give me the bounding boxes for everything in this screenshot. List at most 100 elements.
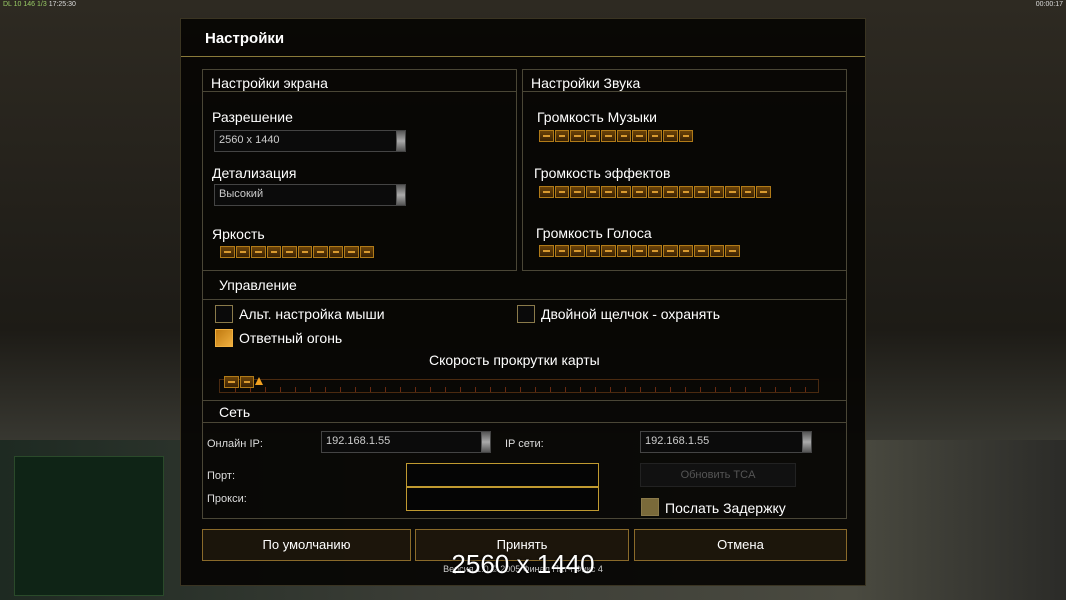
slider-tick xyxy=(745,387,746,392)
send-delay-label: Послать Задержку xyxy=(665,500,786,516)
level-segment xyxy=(554,186,569,198)
resolution-value: 2560 x 1440 xyxy=(219,134,280,146)
port-input[interactable] xyxy=(406,463,599,487)
level-segment xyxy=(235,246,250,258)
slider-tick xyxy=(280,387,281,392)
double-click-label: Двойной щелчок - охранять xyxy=(541,306,721,322)
slider-tick xyxy=(370,387,371,392)
online-ip-value: 192.168.1.55 xyxy=(326,435,391,447)
level-segment xyxy=(282,246,297,258)
panel-header: Сеть xyxy=(203,401,846,423)
effects-volume-slider[interactable] xyxy=(539,186,771,198)
music-volume-label: Громкость Музыки xyxy=(537,109,657,125)
resolution-overlay: 2560 x 1440 xyxy=(451,549,595,579)
proxy-label: Прокси: xyxy=(207,493,247,505)
level-segment xyxy=(616,130,631,142)
level-segment xyxy=(663,130,678,142)
dropdown-arrow-icon[interactable] xyxy=(396,131,405,151)
level-segment xyxy=(694,186,709,198)
slider-tick xyxy=(355,387,356,392)
level-segment xyxy=(328,246,343,258)
slider-tick xyxy=(265,387,266,392)
voice-volume-slider[interactable] xyxy=(539,245,740,257)
level-segment xyxy=(678,186,693,198)
slider-tick xyxy=(400,387,401,392)
dropdown-arrow-icon[interactable] xyxy=(802,432,811,452)
dropdown-arrow-icon[interactable] xyxy=(481,432,490,452)
level-segment xyxy=(297,246,312,258)
level-segment xyxy=(570,130,585,142)
effects-volume-label: Громкость эффектов xyxy=(534,165,671,181)
alt-mouse-label: Альт. настройка мыши xyxy=(239,306,385,322)
level-segment xyxy=(725,186,740,198)
level-segment xyxy=(694,245,709,257)
network-panel: Сеть Онлайн IP: 192.168.1.55 IP сети: 19… xyxy=(202,401,847,519)
level-segment xyxy=(539,130,554,142)
level-segment xyxy=(632,130,647,142)
proxy-input[interactable] xyxy=(406,487,599,511)
slider-tick xyxy=(640,387,641,392)
slider-tick xyxy=(505,387,506,392)
slider-tick xyxy=(340,387,341,392)
return-fire-checkbox[interactable] xyxy=(215,329,233,347)
dialog-title: Настройки xyxy=(205,30,285,47)
brightness-label: Яркость xyxy=(212,226,265,242)
hud-clock: 17:25:30 xyxy=(48,1,76,8)
scroll-speed-slider[interactable] xyxy=(219,376,819,393)
panel-header: Настройки экрана xyxy=(203,70,516,92)
level-segment xyxy=(647,245,662,257)
panel-header: Настройки Звука xyxy=(523,70,846,92)
scroll-speed-label: Скорость прокрутки карты xyxy=(429,352,600,368)
slider-tick xyxy=(430,387,431,392)
hud-counters: DL 10 146 1/3 xyxy=(3,1,47,8)
resolution-select[interactable]: 2560 x 1440 xyxy=(214,130,406,152)
level-segment xyxy=(585,186,600,198)
level-segment xyxy=(359,246,374,258)
resolution-label: Разрешение xyxy=(212,109,293,125)
level-segment xyxy=(616,186,631,198)
hud-stats: DL 10 146 1/3 17:25:30 xyxy=(0,0,79,9)
port-label: Порт: xyxy=(207,470,235,482)
dropdown-arrow-icon[interactable] xyxy=(396,185,405,205)
level-segment xyxy=(570,186,585,198)
slider-tick xyxy=(490,387,491,392)
level-segment xyxy=(251,246,266,258)
slider-tick xyxy=(415,387,416,392)
settings-dialog: Настройки Настройки экрана Разрешение 25… xyxy=(180,18,866,586)
slider-handle-icon[interactable] xyxy=(255,377,263,385)
level-segment xyxy=(647,130,662,142)
brightness-slider[interactable] xyxy=(220,246,374,258)
level-segment xyxy=(585,130,600,142)
slider-tick xyxy=(700,387,701,392)
slider-tick xyxy=(565,387,566,392)
level-segment xyxy=(344,246,359,258)
level-segment xyxy=(313,246,328,258)
minimap-background xyxy=(14,456,164,596)
level-segment xyxy=(601,186,616,198)
send-delay-checkbox[interactable] xyxy=(641,498,659,516)
slider-tick xyxy=(580,387,581,392)
level-segment xyxy=(678,130,693,142)
slider-tick xyxy=(805,387,806,392)
level-segment xyxy=(616,245,631,257)
online-ip-select[interactable]: 192.168.1.55 xyxy=(321,431,491,453)
screen-settings-panel: Настройки экрана Разрешение 2560 x 1440 … xyxy=(202,69,517,271)
level-segment xyxy=(539,186,554,198)
level-segment xyxy=(632,245,647,257)
music-volume-slider[interactable] xyxy=(539,130,693,142)
lan-ip-select[interactable]: 192.168.1.55 xyxy=(640,431,812,453)
detail-select[interactable]: Высокий xyxy=(214,184,406,206)
alt-mouse-checkbox[interactable] xyxy=(215,305,233,323)
level-segment xyxy=(632,186,647,198)
level-segment xyxy=(601,130,616,142)
slider-tick xyxy=(790,387,791,392)
level-segment xyxy=(220,246,235,258)
update-tca-button[interactable]: Обновить TCA xyxy=(640,463,796,487)
level-segment xyxy=(740,186,755,198)
lan-ip-label: IP сети: xyxy=(505,438,544,450)
slider-tick xyxy=(550,387,551,392)
slider-tick xyxy=(775,387,776,392)
double-click-checkbox[interactable] xyxy=(517,305,535,323)
detail-value: Высокий xyxy=(219,188,264,200)
level-segment xyxy=(663,186,678,198)
